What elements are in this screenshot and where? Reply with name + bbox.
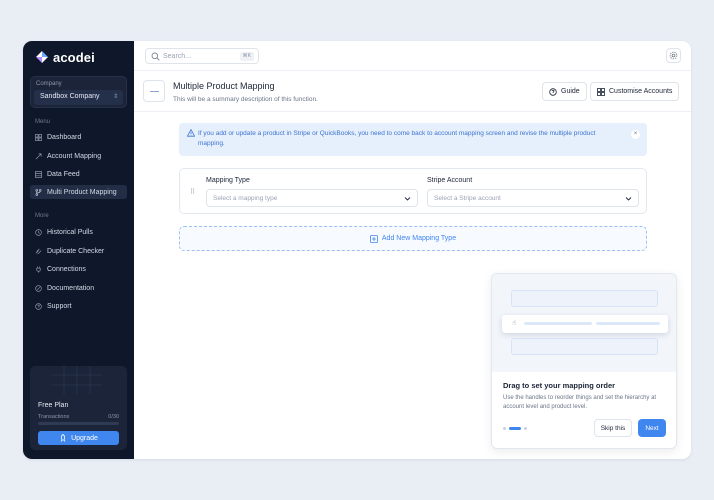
chevron-down-icon: [404, 197, 411, 201]
upgrade-button[interactable]: Upgrade: [38, 431, 119, 445]
add-mapping-type-button[interactable]: Add New Mapping Type: [179, 226, 647, 251]
info-alert: If you add or update a product in Stripe…: [179, 123, 647, 156]
hand-cursor-icon: ☝: [512, 320, 517, 327]
mapping-type-select[interactable]: Select a mapping type: [206, 189, 418, 207]
company-select[interactable]: Sandbox Company ⇕: [34, 90, 123, 105]
sidebar-item-dashboard[interactable]: Dashboard: [30, 130, 127, 144]
skip-button[interactable]: Skip this: [594, 419, 632, 437]
duplicate-icon: [35, 248, 42, 254]
settings-button[interactable]: [666, 48, 681, 63]
rocket-icon: [60, 434, 66, 442]
sidebar-item-label: Multi Product Mapping: [47, 188, 117, 196]
next-button[interactable]: Next: [638, 419, 666, 437]
search-placeholder: Search...: [163, 53, 192, 60]
brand-logo[interactable]: acodei: [36, 49, 95, 65]
sidebar: acodei Company Sandbox Company ⇕ Menu Da…: [23, 41, 134, 459]
onboarding-tooltip: ☝ Drag to set your mapping order Use the…: [491, 273, 677, 449]
search-icon: [151, 52, 160, 61]
sidebar-item-label: Historical Pulls: [47, 228, 93, 236]
plug-icon: [36, 265, 41, 273]
dragged-row: ☝: [502, 315, 668, 333]
mapping-icon: [35, 153, 42, 159]
chevron-updown-icon: ⇕: [112, 94, 118, 100]
table-icon: [35, 170, 42, 178]
acodei-logo-icon: [36, 51, 48, 63]
plan-title: Free Plan: [38, 402, 69, 409]
page-subtitle: This will be a summary description of th…: [173, 96, 318, 103]
more-section-label: More: [35, 213, 49, 219]
onboarding-illustration: ☝: [492, 274, 676, 372]
plan-grid-decoration: [52, 366, 102, 394]
stripe-account-placeholder: Select a Stripe account: [434, 195, 501, 202]
sidebar-item-historical-pulls[interactable]: Historical Pulls: [30, 225, 127, 239]
sidebar-item-duplicate-checker[interactable]: Duplicate Checker: [30, 244, 127, 258]
step-indicator: [503, 427, 527, 430]
warning-icon: [187, 129, 195, 137]
page-header: Multiple Product Mapping This will be a …: [134, 71, 691, 112]
alert-message: If you add or update a product in Stripe…: [198, 130, 596, 147]
company-selector: Company Sandbox Company ⇕: [30, 76, 127, 108]
transactions-count: 0/30: [108, 414, 119, 420]
onboarding-title: Drag to set your mapping order: [503, 381, 616, 390]
close-icon[interactable]: ×: [631, 130, 640, 139]
history-icon: [35, 228, 42, 236]
transactions-label: Transactions: [38, 414, 70, 420]
stripe-account-label: Stripe Account: [427, 177, 473, 184]
drag-handle-icon[interactable]: ⠿: [190, 188, 195, 196]
doc-icon: [35, 284, 42, 292]
sidebar-item-label: Documentation: [47, 284, 95, 292]
guide-label: Guide: [561, 88, 580, 95]
upgrade-label: Upgrade: [71, 434, 98, 442]
sidebar-item-label: Support: [47, 302, 72, 310]
gear-icon: [669, 51, 678, 60]
sidebar-item-label: Duplicate Checker: [47, 247, 105, 255]
add-mapping-type-label: Add New Mapping Type: [381, 235, 457, 242]
mapping-type-placeholder: Select a mapping type: [213, 195, 278, 202]
stripe-account-select[interactable]: Select a Stripe account: [427, 189, 639, 207]
menu-section-label: Menu: [35, 119, 51, 125]
grid-icon: [35, 133, 42, 141]
sidebar-item-label: Dashboard: [47, 133, 82, 141]
app-window: acodei Company Sandbox Company ⇕ Menu Da…: [23, 41, 691, 459]
sidebar-item-connections[interactable]: Connections: [30, 262, 127, 276]
transactions-progress: [38, 422, 119, 425]
brand-name: acodei: [53, 49, 95, 65]
guide-button[interactable]: Guide: [542, 82, 587, 101]
step-dot: [503, 427, 506, 430]
chevron-down-icon: [625, 197, 632, 201]
step-dot-active: [509, 427, 521, 430]
sidebar-item-account-mapping[interactable]: Account Mapping: [30, 149, 127, 163]
plus-square-icon: [369, 234, 378, 243]
sidebar-item-label: Connections: [47, 265, 86, 273]
search-shortcut: ⌘K: [239, 52, 254, 61]
help-icon: [35, 302, 42, 310]
accounts-grid-icon: [597, 87, 605, 96]
search-input[interactable]: Search... ⌘K: [145, 48, 259, 64]
onboarding-description: Use the handles to reorder things and se…: [503, 395, 657, 410]
step-dot: [524, 427, 527, 430]
customise-accounts-label: Customise Accounts: [609, 88, 673, 95]
mapping-row: ⠿ Mapping Type Select a mapping type Str…: [179, 168, 647, 214]
sidebar-item-label: Account Mapping: [47, 152, 102, 160]
page-title: Multiple Product Mapping: [173, 81, 275, 91]
company-value: Sandbox Company: [40, 93, 100, 100]
top-bar: Search... ⌘K: [134, 41, 691, 71]
placeholder-row: [511, 290, 658, 307]
help-circle-icon: [549, 87, 557, 96]
customise-accounts-button[interactable]: Customise Accounts: [590, 82, 680, 101]
plan-card: Free Plan Transactions 0/30 Upgrade: [30, 366, 127, 450]
branch-icon: [35, 188, 42, 196]
page-icon: [143, 80, 165, 102]
placeholder-row: [511, 338, 658, 355]
sidebar-item-data-feed[interactable]: Data Feed: [30, 167, 127, 181]
sidebar-item-label: Data Feed: [47, 170, 80, 178]
sidebar-item-multi-product-mapping[interactable]: Multi Product Mapping: [30, 185, 127, 199]
mapping-type-label: Mapping Type: [206, 177, 250, 184]
company-label: Company: [36, 81, 62, 87]
sidebar-item-documentation[interactable]: Documentation: [30, 281, 127, 295]
sidebar-item-support[interactable]: Support: [30, 299, 127, 313]
